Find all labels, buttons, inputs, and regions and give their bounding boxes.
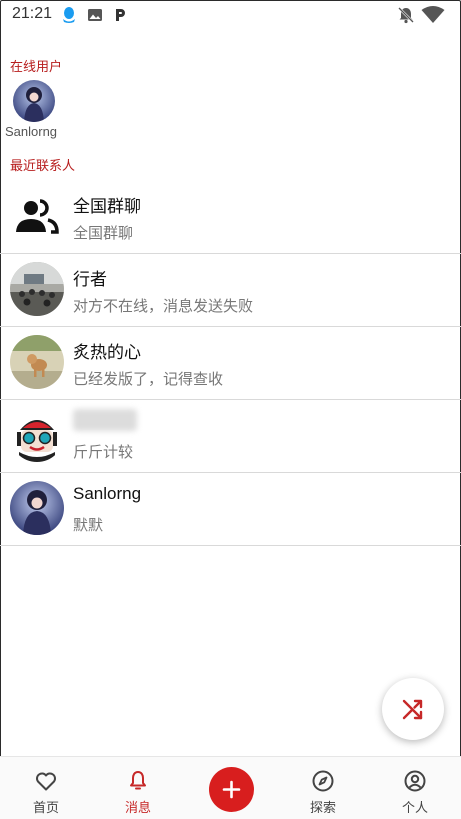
status-time: 21:21 — [12, 5, 53, 22]
bottom-navigation: 首页 消息 探索 个人 — [0, 756, 461, 819]
online-user-name: Sanlorng — [5, 124, 58, 139]
contact-item[interactable]: 全国群聊 全国群聊 — [0, 180, 461, 254]
user-circle-icon — [404, 770, 426, 792]
contact-item[interactable]: 行者 对方不在线，消息发送失败 — [0, 253, 461, 327]
bell-icon — [130, 771, 146, 790]
contact-name-blurred — [73, 409, 137, 431]
wifi-icon — [421, 6, 445, 23]
contact-name: 全国群聊 — [73, 197, 141, 216]
nav-profile[interactable]: 个人 — [369, 757, 461, 819]
shuffle-button[interactable] — [382, 678, 444, 740]
nav-messages[interactable]: 消息 — [92, 757, 184, 819]
status-bar: 21:21 — [0, 0, 461, 30]
group-icon — [10, 189, 64, 243]
shuffle-icon — [402, 699, 423, 720]
nav-home-label: 首页 — [32, 800, 59, 815]
contact-last-message: 斤斤计较 — [73, 444, 134, 461]
contact-name: 行者 — [73, 270, 107, 289]
contact-last-message: 已经发版了，记得查收 — [73, 371, 224, 388]
contact-last-message: 默默 — [73, 517, 104, 534]
add-button[interactable] — [209, 767, 254, 812]
plus-icon — [222, 780, 241, 799]
avatar — [10, 262, 64, 316]
contact-item[interactable]: Sanlorng 默默 — [0, 472, 461, 546]
nav-profile-label: 个人 — [401, 800, 428, 815]
heart-icon — [36, 772, 56, 791]
avatar — [10, 481, 64, 535]
online-user-item[interactable]: Sanlorng — [5, 80, 65, 142]
contact-last-message: 全国群聊 — [73, 225, 134, 242]
compass-icon — [312, 770, 334, 792]
nav-messages-label: 消息 — [124, 800, 151, 815]
contact-item[interactable]: 斤斤计较 — [0, 399, 461, 473]
contact-name: Sanlorng — [73, 484, 142, 503]
bell-off-icon — [398, 7, 414, 24]
contact-last-message: 对方不在线，消息发送失败 — [73, 298, 254, 315]
nav-explore[interactable]: 探索 — [277, 757, 369, 819]
contact-name: 炙热的心 — [73, 343, 141, 362]
avatar — [10, 335, 64, 389]
nav-home[interactable]: 首页 — [0, 757, 92, 819]
recent-contacts-label: 最近联系人 — [10, 158, 76, 173]
avatar — [10, 408, 64, 462]
p-icon — [116, 9, 125, 21]
qq-icon — [63, 7, 75, 23]
online-users-label: 在线用户 — [10, 59, 63, 74]
contact-item[interactable]: 炙热的心 已经发版了，记得查收 — [0, 326, 461, 400]
nav-explore-label: 探索 — [309, 800, 336, 815]
avatar — [13, 80, 55, 122]
image-icon — [88, 9, 102, 21]
